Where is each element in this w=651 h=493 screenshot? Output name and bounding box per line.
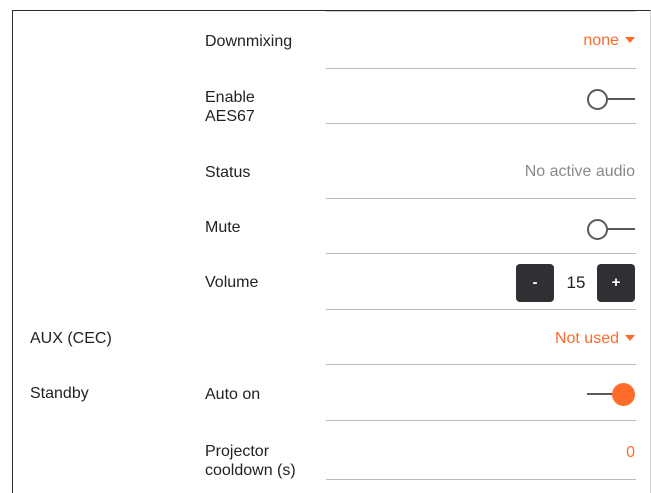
status-value: No active audio	[524, 163, 635, 180]
standby-section-label: Standby	[30, 385, 89, 402]
divider	[326, 123, 636, 124]
status-label: Status	[205, 164, 251, 181]
volume-increment-button[interactable]: +	[597, 264, 635, 302]
cooldown-input-underline	[326, 479, 636, 480]
aux-dropdown[interactable]: Not used	[555, 330, 635, 348]
mute-toggle[interactable]	[587, 218, 635, 240]
mute-label: Mute	[205, 219, 241, 236]
downmixing-dropdown[interactable]: none	[583, 32, 635, 50]
divider	[326, 68, 636, 69]
volume-label: Volume	[205, 274, 259, 291]
caret-down-icon	[625, 335, 635, 341]
cooldown-label-line2: cooldown (s)	[205, 462, 296, 479]
aes67-label-line2: AES67	[205, 108, 255, 125]
divider	[326, 364, 636, 365]
auto-on-label: Auto on	[205, 386, 261, 403]
aux-value: Not used	[554, 330, 619, 347]
cooldown-value[interactable]: 0	[626, 444, 635, 462]
divider	[326, 11, 636, 12]
aes67-label-line1: Enable	[205, 89, 255, 106]
volume-decrement-button[interactable]: -	[516, 264, 554, 302]
divider	[326, 253, 636, 254]
toggle-track	[587, 393, 613, 395]
divider	[326, 198, 636, 199]
toggle-track	[605, 98, 635, 100]
divider	[326, 309, 636, 310]
downmixing-label: Downmixing	[205, 33, 293, 50]
auto-on-toggle[interactable]	[587, 383, 635, 406]
divider	[326, 420, 636, 421]
volume-value: 15	[566, 273, 586, 292]
toggle-track	[605, 228, 635, 230]
cooldown-label-line1: Projector	[205, 443, 270, 460]
aux-section-label: AUX (CEC)	[30, 330, 112, 347]
toggle-knob	[587, 219, 608, 240]
cooldown-label: Projector cooldown (s)	[205, 442, 296, 480]
toggle-knob	[612, 383, 635, 406]
aes67-label: Enable AES67	[205, 88, 255, 126]
downmixing-value: none	[583, 32, 619, 49]
aes67-toggle[interactable]	[587, 88, 635, 110]
toggle-knob	[587, 89, 608, 110]
caret-down-icon	[625, 37, 635, 43]
